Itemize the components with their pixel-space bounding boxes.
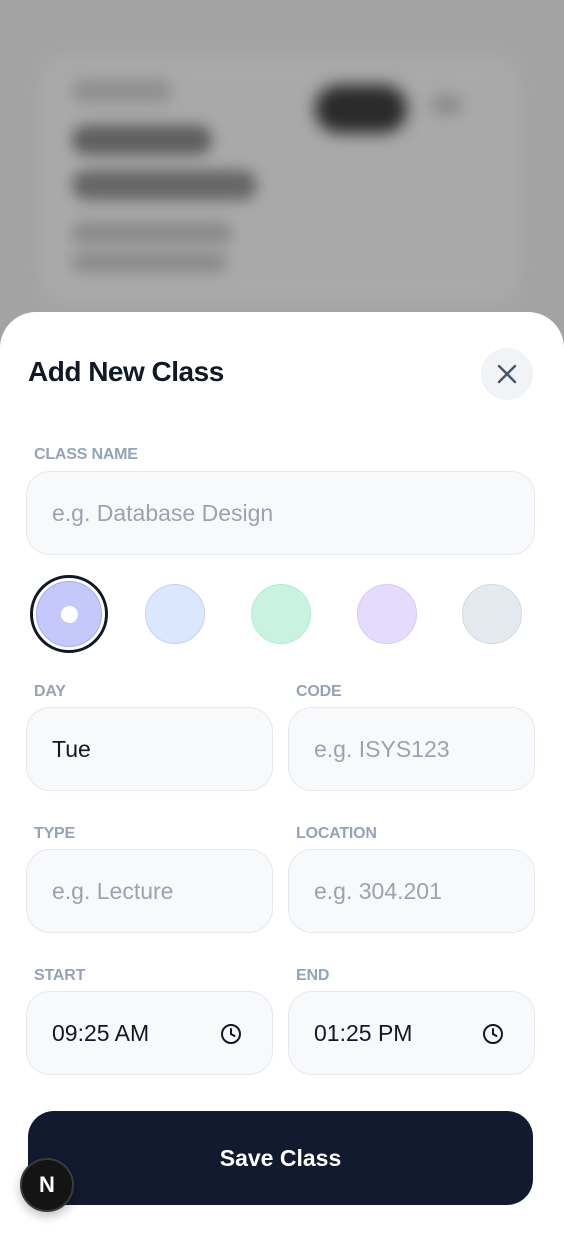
background-blur-shape	[432, 95, 462, 115]
class-name-label: CLASS NAME	[34, 446, 138, 463]
background-blur-shape	[72, 125, 212, 155]
end-time-input[interactable]: 01:25 PM	[288, 991, 535, 1075]
code-label: CODE	[296, 683, 342, 700]
type-label: TYPE	[34, 825, 75, 842]
color-swatch-purple[interactable]	[357, 584, 417, 644]
end-time-value: 01:25 PM	[314, 1019, 413, 1046]
background-blur-shape	[72, 252, 227, 272]
close-icon	[497, 364, 517, 384]
location-input[interactable]: e.g. 304.201	[288, 849, 535, 933]
selected-dot-icon	[60, 605, 78, 623]
clock-icon[interactable]	[482, 1023, 504, 1045]
color-swatch-blue[interactable]	[145, 584, 205, 644]
day-select[interactable]: Tue	[26, 707, 273, 791]
color-swatch-green[interactable]	[251, 584, 311, 644]
color-swatch-gray[interactable]	[462, 584, 522, 644]
end-label: END	[296, 967, 330, 984]
code-input[interactable]: e.g. ISYS123	[288, 707, 535, 791]
clock-icon[interactable]	[220, 1023, 242, 1045]
sheet-title: Add New Class	[28, 356, 224, 387]
color-swatch-indigo[interactable]	[36, 581, 102, 647]
day-label: DAY	[34, 683, 66, 700]
background-blur-shape	[72, 222, 232, 244]
save-class-button[interactable]: Save Class	[28, 1111, 533, 1205]
close-button[interactable]	[481, 348, 533, 400]
type-input[interactable]: e.g. Lecture	[26, 849, 273, 933]
background-blur-shape	[72, 80, 172, 102]
background-blur-shape	[315, 85, 407, 133]
n-badge-icon[interactable]: N	[20, 1158, 74, 1212]
location-label: LOCATION	[296, 825, 377, 842]
class-name-input[interactable]: e.g. Database Design	[26, 471, 535, 555]
start-time-input[interactable]: 09:25 AM	[26, 991, 273, 1075]
background-blur-shape	[72, 170, 257, 200]
start-label: START	[34, 967, 86, 984]
start-time-value: 09:25 AM	[52, 1019, 150, 1046]
